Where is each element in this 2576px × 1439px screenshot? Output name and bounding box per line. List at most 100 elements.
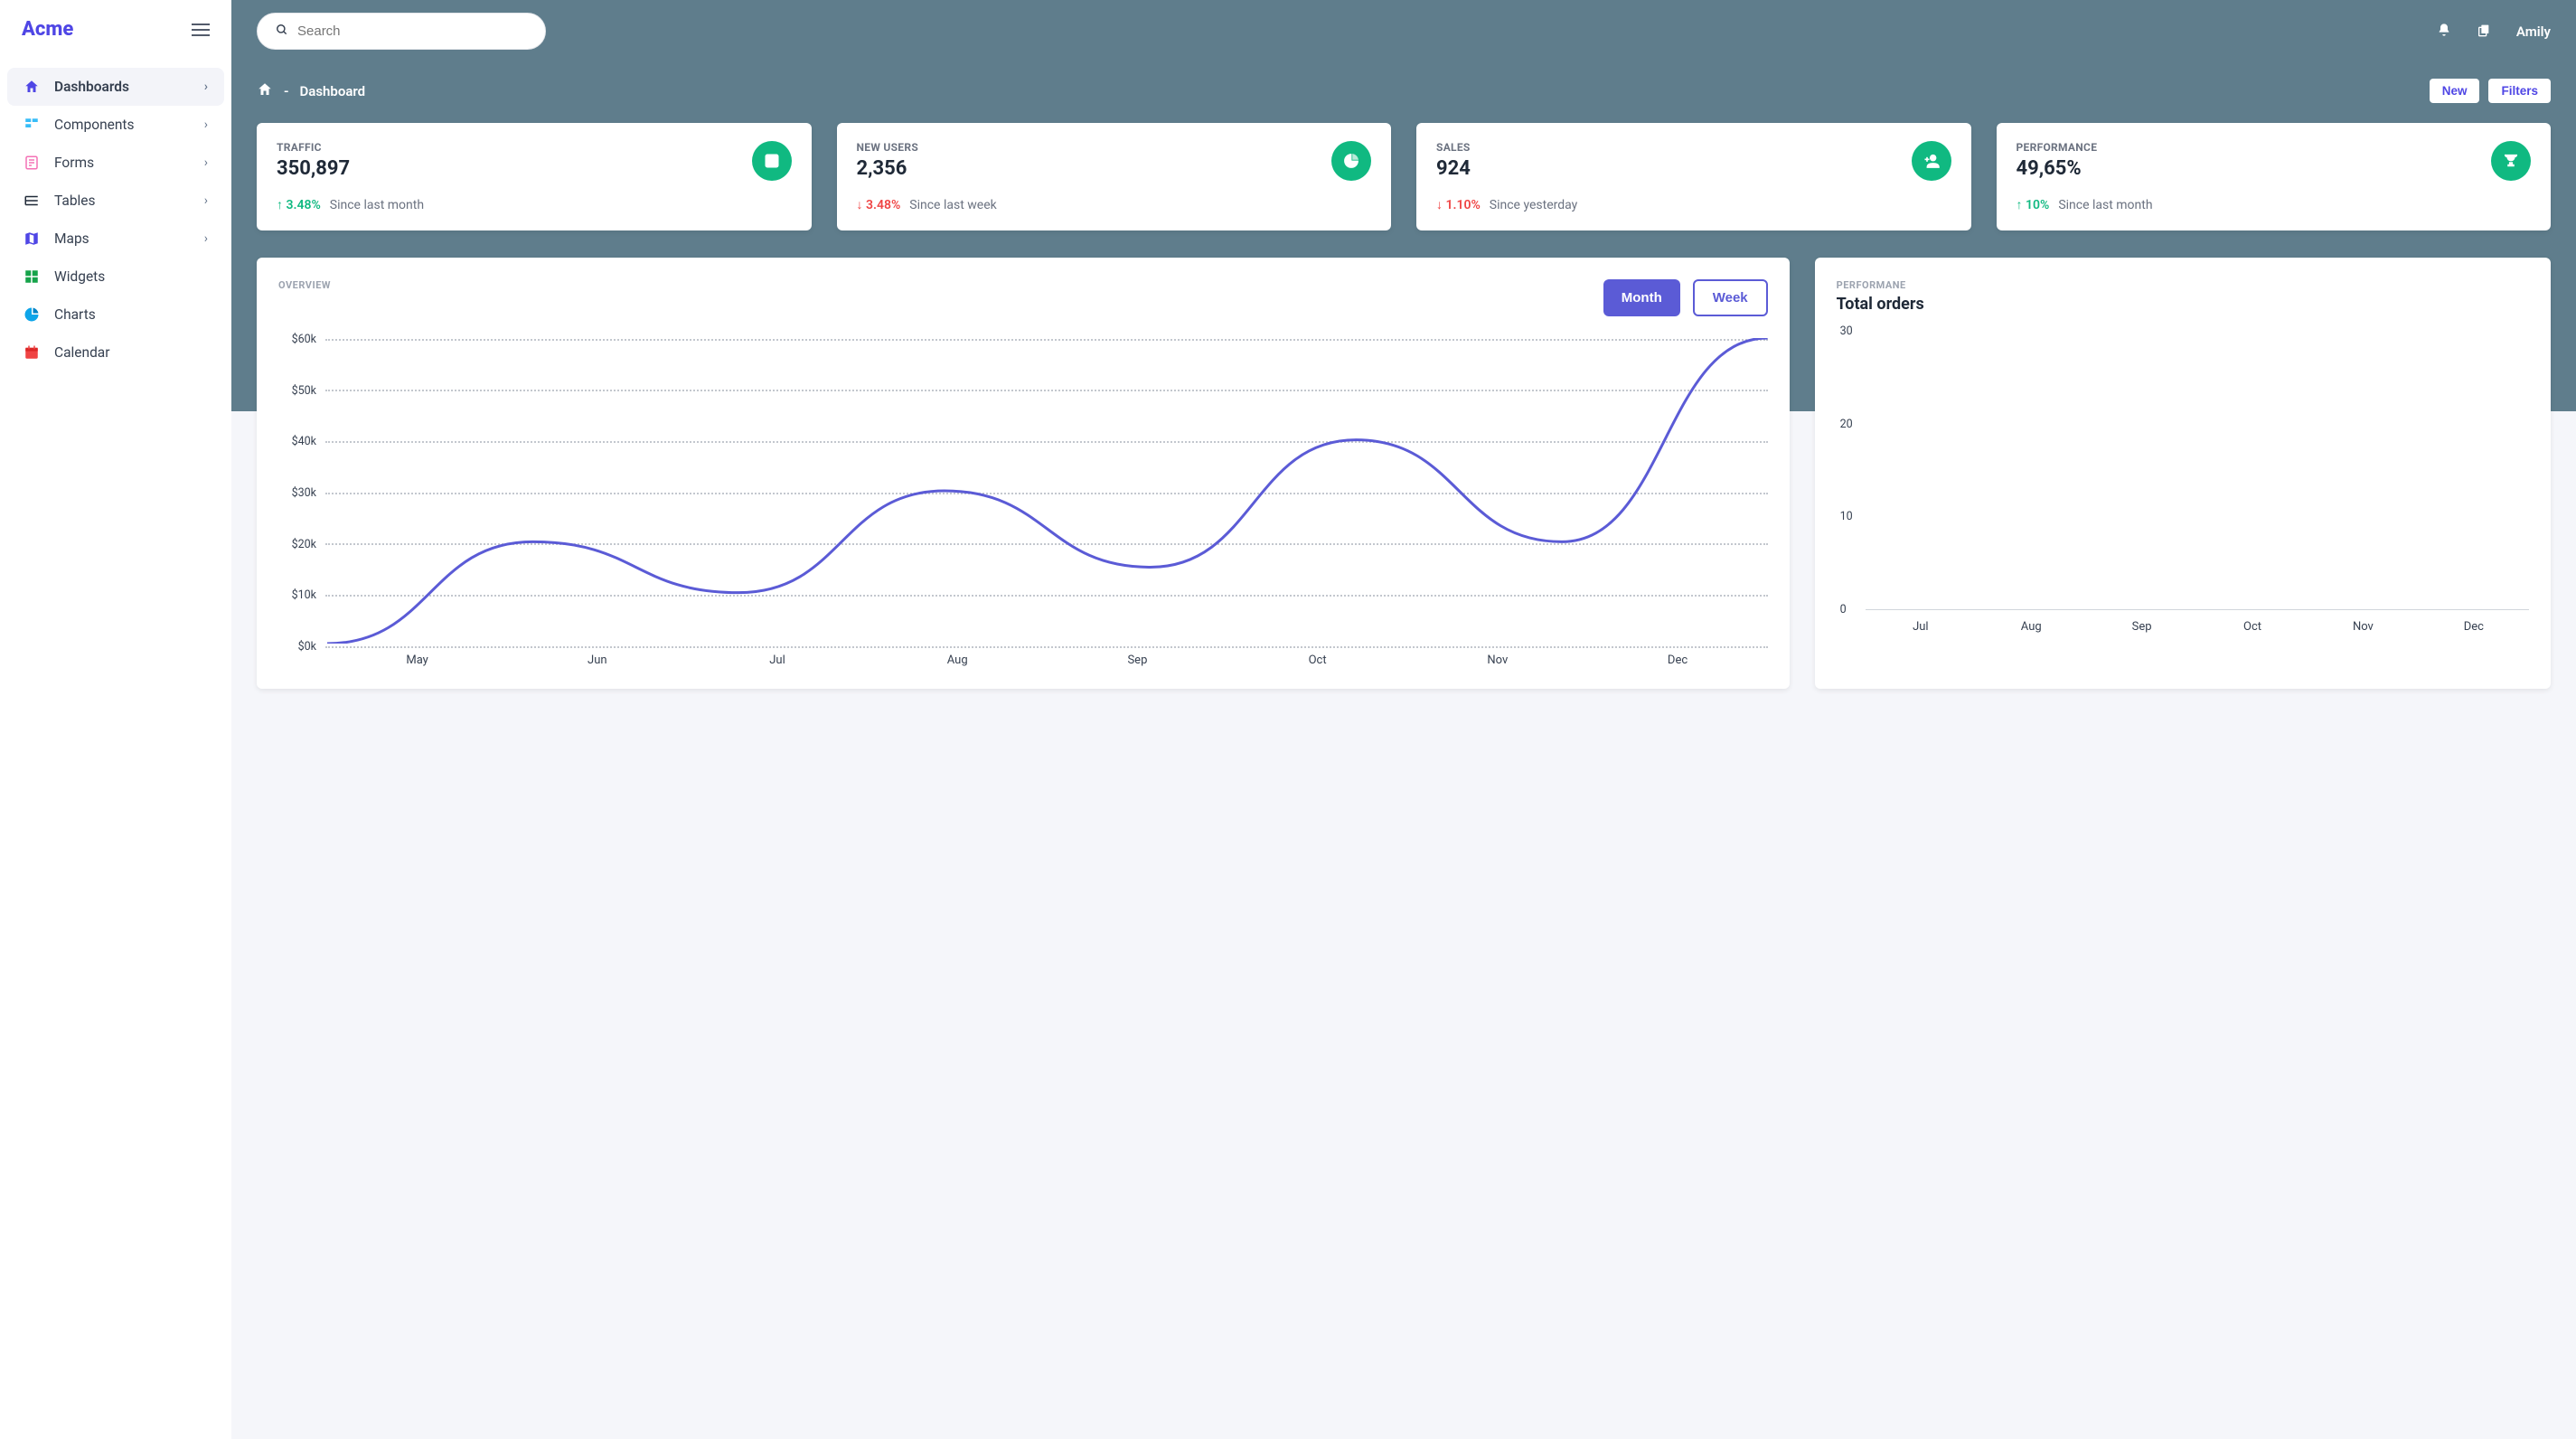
sidebar-nav: Dashboards › Components › Forms › Tables › Maps ›… [0,59,231,381]
sidebar-item-label: Calendar [54,344,110,361]
bar-chart-icon [752,141,792,181]
stat-card-new-users: NEW USERS 2,356 ↓ 3.48% Since last week [837,123,1392,230]
stat-label: NEW USERS [857,141,919,154]
breadcrumb-separator: - [284,83,289,99]
stat-value: 2,356 [857,157,919,180]
x-tick-label: May [327,654,507,667]
stat-value: 350,897 [277,157,350,180]
stat-value: 924 [1436,157,1471,180]
tab-week[interactable]: Week [1693,279,1768,316]
stat-label: TRAFFIC [277,141,350,154]
widgets-icon [24,268,40,285]
chevron-right-icon: › [204,118,208,132]
stat-delta: ↑ 10% [2017,197,2050,212]
y-tick-label: $40k [278,435,316,448]
map-icon [24,230,40,247]
x-tick-label: Aug [868,654,1048,667]
x-tick-label: Dec [2419,620,2529,634]
stat-label: SALES [1436,141,1471,154]
x-tick-label: Oct [2197,620,2308,634]
search-box[interactable] [257,13,546,50]
y-tick-label: $50k [278,384,316,398]
search-icon [276,23,288,40]
form-icon [24,155,40,171]
sidebar-item-label: Maps [54,230,89,247]
trophy-icon [2491,141,2531,181]
orders-bar-chart: 0102030JulAugSepOctNovDec [1837,326,2529,634]
sidebar-item-forms[interactable]: Forms › [7,144,224,182]
overview-line-chart: $60k$50k$40k$30k$20k$10k$0kMayJunJulAugS… [278,333,1768,667]
overview-subtitle: OVERVIEW [278,279,331,291]
stat-delta: ↓ 3.48% [857,197,901,212]
breadcrumb-current: Dashboard [300,83,366,99]
orders-subtitle: PERFORMANE [1837,279,2529,291]
bell-icon[interactable] [2437,23,2451,41]
sidebar-item-charts[interactable]: Charts [7,296,224,334]
sidebar-item-maps[interactable]: Maps › [7,220,224,258]
orders-panel: PERFORMANE Total orders 0102030JulAugSep… [1815,258,2551,689]
y-tick-label: $20k [278,538,316,551]
home-icon [24,79,40,95]
stat-since: Since last week [909,198,996,212]
filters-button[interactable]: Filters [2488,79,2551,103]
sidebar-item-label: Components [54,117,134,133]
orders-title: Total orders [1837,295,2529,314]
chevron-right-icon: › [204,193,208,208]
y-tick-label: 20 [1840,418,1853,431]
sidebar-item-components[interactable]: Components › [7,106,224,144]
table-icon [24,193,40,209]
period-tabs: Month Week [1603,279,1768,316]
hamburger-icon[interactable] [192,24,210,36]
sidebar-item-label: Charts [54,306,96,323]
stat-delta: ↑ 3.48% [277,197,321,212]
overview-panel: OVERVIEW Month Week $60k$50k$40k$30k$20k… [257,258,1790,689]
copy-icon[interactable] [2477,23,2491,41]
stat-card-traffic: TRAFFIC 350,897 ↑ 3.48% Since last month [257,123,812,230]
breadcrumb: - Dashboard [257,81,365,101]
topbar: Amily [231,0,2576,62]
home-icon[interactable] [257,81,273,101]
add-user-icon [1912,141,1951,181]
sidebar-item-tables[interactable]: Tables › [7,182,224,220]
sidebar-item-label: Widgets [54,268,105,285]
stat-value: 49,65% [2017,157,2098,180]
y-tick-label: $60k [278,333,316,346]
x-tick-label: Dec [1587,654,1767,667]
stat-card-performance: PERFORMANCE 49,65% ↑ 10% Since last month [1997,123,2552,230]
x-tick-label: Nov [1407,654,1587,667]
sidebar-item-label: Forms [54,155,94,171]
sidebar-item-dashboards[interactable]: Dashboards › [7,68,224,106]
sidebar-item-label: Tables [54,193,96,209]
stat-since: Since yesterday [1490,198,1578,212]
chevron-right-icon: › [204,231,208,246]
sidebar-item-calendar[interactable]: Calendar [7,334,224,372]
stat-since: Since last month [2058,198,2152,212]
sidebar-item-label: Dashboards [54,79,129,95]
x-tick-label: Aug [1976,620,2086,634]
new-button[interactable]: New [2430,79,2480,103]
stat-since: Since last month [330,198,424,212]
sidebar-item-widgets[interactable]: Widgets [7,258,224,296]
brand-logo[interactable]: Acme [22,18,73,41]
x-tick-label: Nov [2308,620,2418,634]
user-name[interactable]: Amily [2516,24,2551,40]
x-tick-label: Sep [1048,654,1227,667]
calendar-icon [24,344,40,361]
x-tick-label: Jul [1866,620,1976,634]
chevron-right-icon: › [204,155,208,170]
stat-card-sales: SALES924↓ 1.10%Since yesterday [1416,123,1971,230]
x-tick-label: Jun [507,654,687,667]
y-tick-label: $10k [278,588,316,602]
tab-month[interactable]: Month [1603,279,1680,316]
x-tick-label: Sep [2086,620,2196,634]
y-tick-label: $0k [278,640,316,654]
pie-icon [24,306,40,323]
pie-chart-icon [1331,141,1371,181]
x-tick-label: Oct [1227,654,1407,667]
y-tick-label: 10 [1840,510,1853,523]
y-tick-label: 30 [1840,324,1853,338]
stat-label: PERFORMANCE [2017,141,2098,154]
chevron-right-icon: › [204,80,208,94]
sidebar: Acme Dashboards › Components › Forms › Tables ›… [0,0,231,1439]
search-input[interactable] [297,24,527,39]
